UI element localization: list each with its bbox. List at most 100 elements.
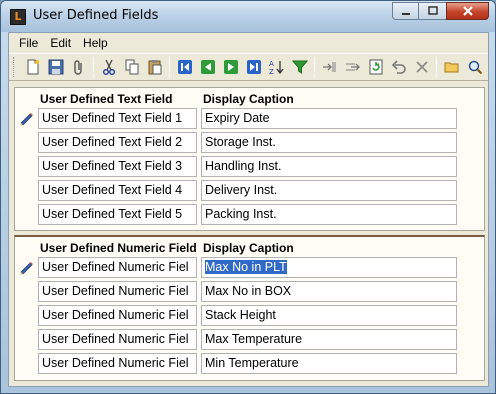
append-icon <box>345 63 360 71</box>
window-title: User Defined Fields <box>33 8 159 23</box>
cut-button[interactable] <box>97 56 120 79</box>
sort-button[interactable]: AZ <box>265 56 288 79</box>
append-button[interactable] <box>341 56 364 79</box>
numeric-caption-input[interactable]: Min Temperature <box>201 353 457 374</box>
attach-icon <box>73 60 82 75</box>
new-icon <box>27 59 39 75</box>
text-field-row: User Defined Text Field 3 Handling Inst. <box>15 156 484 178</box>
numeric-fields-panel: User Defined Numeric Field Display Capti… <box>14 235 485 381</box>
numeric-field-name: User Defined Numeric Fiel <box>38 257 197 278</box>
filter-icon <box>291 60 308 74</box>
pencil-icon <box>20 113 33 126</box>
numeric-field-name: User Defined Numeric Fiel <box>38 305 197 326</box>
svg-text:A: A <box>269 60 274 68</box>
insert-button[interactable] <box>318 56 341 79</box>
previous-record-icon <box>200 60 215 74</box>
text-field-name: User Defined Text Field 5 <box>38 204 197 225</box>
save-button[interactable] <box>44 56 67 79</box>
app-window: L User Defined Fields File Edit Help A Z… <box>0 0 496 394</box>
text-caption-input[interactable]: Handling Inst. <box>201 156 457 177</box>
numeric-caption-input[interactable]: Max No in PLT <box>201 257 457 278</box>
refresh-icon <box>369 59 382 75</box>
toolbar-separator <box>93 57 94 77</box>
delete-button[interactable] <box>410 56 433 79</box>
numeric-caption-input[interactable]: Max Temperature <box>201 329 457 350</box>
text-field-row: User Defined Text Field 1 Expiry Date <box>15 108 484 130</box>
minimize-button[interactable] <box>392 2 419 20</box>
previous-record-button[interactable] <box>196 56 219 79</box>
text-field-name: User Defined Text Field 1 <box>38 108 197 129</box>
menu-file[interactable]: File <box>13 36 44 50</box>
numeric-field-name: User Defined Numeric Fiel <box>38 329 197 350</box>
attach-button[interactable] <box>67 56 90 79</box>
last-record-button[interactable] <box>242 56 265 79</box>
numeric-field-row: User Defined Numeric Fiel Max No in PLT <box>15 257 484 279</box>
numeric-field-column-header: User Defined Numeric Field <box>40 241 197 255</box>
pencil-icon <box>20 262 33 275</box>
open-button[interactable] <box>440 56 463 79</box>
toolbar-grip[interactable] <box>13 57 17 77</box>
text-field-name: User Defined Text Field 3 <box>38 156 197 177</box>
next-record-icon <box>223 60 238 74</box>
text-field-column-header: User Defined Text Field <box>40 92 173 106</box>
text-caption-column-header: Display Caption <box>203 92 294 106</box>
numeric-field-row: User Defined Numeric Fiel Max No in BOX <box>15 281 484 303</box>
text-caption-input[interactable]: Delivery Inst. <box>201 180 457 201</box>
numeric-field-name: User Defined Numeric Fiel <box>38 353 197 374</box>
menu-help[interactable]: Help <box>77 36 114 50</box>
delete-icon <box>415 61 428 73</box>
cut-icon <box>102 59 115 75</box>
next-record-button[interactable] <box>219 56 242 79</box>
numeric-caption-input[interactable]: Max No in BOX <box>201 281 457 302</box>
numeric-field-name: User Defined Numeric Fiel <box>38 281 197 302</box>
last-record-icon <box>246 60 261 74</box>
close-icon <box>462 6 473 16</box>
toolbar: AZ <box>9 53 488 81</box>
numeric-caption-input[interactable]: Stack Height <box>201 305 457 326</box>
text-field-row: User Defined Text Field 2 Storage Inst. <box>15 132 484 154</box>
copy-icon <box>125 59 138 75</box>
text-field-row: User Defined Text Field 4 Delivery Inst. <box>15 180 484 202</box>
refresh-button[interactable] <box>364 56 387 79</box>
insert-icon <box>322 62 336 72</box>
text-field-name: User Defined Text Field 4 <box>38 180 197 201</box>
minimize-icon <box>401 13 410 15</box>
search-button[interactable] <box>463 56 486 79</box>
maximize-icon <box>427 6 438 15</box>
text-caption-input[interactable]: Expiry Date <box>201 108 457 129</box>
undo-icon <box>391 60 406 74</box>
paste-button[interactable] <box>143 56 166 79</box>
undo-button[interactable] <box>387 56 410 79</box>
app-logo-icon: L <box>10 9 26 25</box>
open-folder-icon <box>444 62 458 73</box>
client-area: File Edit Help A Z User Defined Text Fie… <box>8 32 489 387</box>
first-record-button[interactable] <box>173 56 196 79</box>
numeric-caption-column-header: Display Caption <box>203 241 294 255</box>
text-caption-input[interactable]: Storage Inst. <box>201 132 457 153</box>
numeric-field-row: User Defined Numeric Fiel Min Temperatur… <box>15 353 484 375</box>
toolbar-separator <box>169 57 170 77</box>
filter-button[interactable] <box>288 56 311 79</box>
new-button[interactable] <box>21 56 44 79</box>
toolbar-separator <box>314 57 315 77</box>
search-icon <box>468 60 482 75</box>
toolbar-separator <box>436 57 437 77</box>
menu-edit[interactable]: Edit <box>44 36 77 50</box>
text-field-row: User Defined Text Field 5 Packing Inst. <box>15 204 484 226</box>
menu-bar: File Edit Help <box>9 33 488 53</box>
selected-text: Max No in PLT <box>205 260 287 274</box>
text-fields-panel: User Defined Text Field Display Caption … <box>14 87 485 231</box>
svg-text:Z: Z <box>269 68 274 75</box>
text-caption-input[interactable]: Packing Inst. <box>201 204 457 225</box>
title-bar[interactable]: L User Defined Fields <box>1 1 495 32</box>
numeric-field-row: User Defined Numeric Fiel Stack Height <box>15 305 484 327</box>
sort-icon: AZ <box>269 60 284 75</box>
close-button[interactable] <box>446 2 489 20</box>
paste-icon <box>148 60 161 75</box>
maximize-button[interactable] <box>419 2 446 20</box>
numeric-field-row: User Defined Numeric Fiel Max Temperatur… <box>15 329 484 351</box>
copy-button[interactable] <box>120 56 143 79</box>
save-icon <box>48 59 63 75</box>
text-field-name: User Defined Text Field 2 <box>38 132 197 153</box>
first-record-icon <box>177 60 192 74</box>
